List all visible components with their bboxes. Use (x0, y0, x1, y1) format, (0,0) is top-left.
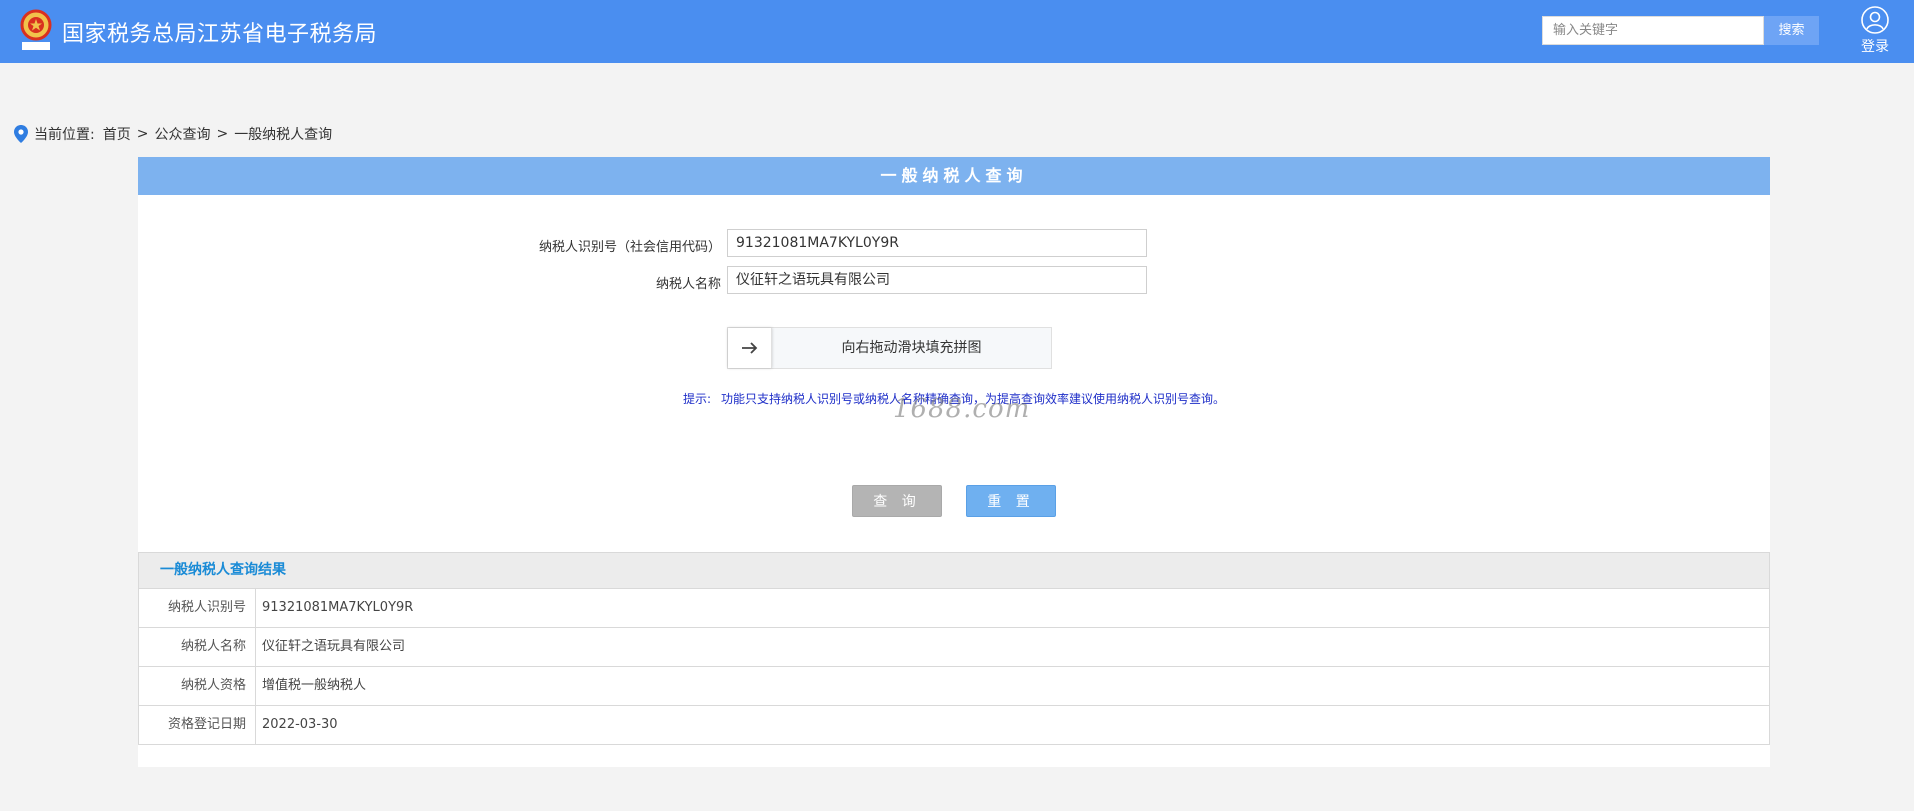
user-icon (1861, 6, 1889, 34)
result-label: 纳税人名称 (139, 628, 256, 666)
result-table: 一般纳税人查询结果 纳税人识别号 91321081MA7KYL0Y9R 纳税人名… (138, 552, 1770, 745)
slider-handle[interactable] (728, 328, 772, 368)
breadcrumb-separator: > (216, 126, 229, 142)
result-label: 纳税人资格 (139, 667, 256, 705)
slider-captcha[interactable]: 向右拖动滑块填充拼图 (727, 327, 1052, 369)
breadcrumb-current[interactable]: 一般纳税人查询 (234, 124, 332, 144)
breadcrumb-prefix: 当前位置: (34, 127, 95, 143)
table-row: 纳税人识别号 91321081MA7KYL0Y9R (138, 589, 1770, 628)
breadcrumb-separator: > (136, 126, 149, 142)
table-row: 资格登记日期 2022-03-30 (138, 706, 1770, 745)
result-value: 91321081MA7KYL0Y9R (262, 600, 414, 615)
taxpayer-id-input[interactable]: 91321081MA7KYL0Y9R (727, 229, 1147, 257)
slider-instruction: 向右拖动滑块填充拼图 (841, 340, 982, 356)
panel-title: 一般纳税人查询 (138, 157, 1770, 195)
site-title[interactable]: 国家税务总局江苏省电子税务局 (62, 16, 377, 48)
breadcrumb-public-query[interactable]: 公众查询 (154, 124, 210, 144)
reset-button[interactable]: 重 置 (966, 485, 1056, 517)
result-value: 2022-03-30 (262, 717, 338, 732)
query-tip: 提示: 功能只支持纳税人识别号或纳税人名称精确查询，为提高查询效率建议使用纳税人识… (683, 390, 1225, 407)
result-title: 一般纳税人查询结果 (138, 552, 1770, 589)
tip-text: 功能只支持纳税人识别号或纳税人名称精确查询，为提高查询效率建议使用纳税人识别号查… (721, 392, 1226, 406)
login-button[interactable]: 登录 (1855, 6, 1895, 56)
result-label: 纳税人识别号 (139, 589, 256, 627)
table-row: 纳税人名称 仪征轩之语玩具有限公司 (138, 628, 1770, 667)
tax-emblem-icon[interactable] (19, 8, 53, 52)
breadcrumb-home[interactable]: 首页 (103, 124, 131, 144)
arrow-right-icon (741, 342, 757, 354)
result-value: 仪征轩之语玩具有限公司 (262, 639, 406, 654)
top-navigation-bar: 国家税务总局江苏省电子税务局 搜索 登录 (0, 0, 1914, 63)
taxpayer-name-input[interactable]: 仪征轩之语玩具有限公司 (727, 266, 1147, 294)
tip-prefix: 提示: (683, 392, 712, 406)
taxpayer-name-label: 纳税人名称 (655, 277, 721, 292)
breadcrumb: 当前位置: 首页 > 公众查询 > 一般纳税人查询 (14, 124, 332, 144)
result-label: 资格登记日期 (139, 706, 256, 744)
result-value: 增值税一般纳税人 (262, 678, 367, 693)
query-panel: 一般纳税人查询 纳税人识别号（社会信用代码） 91321081MA7KYL0Y9… (138, 157, 1770, 767)
search-input[interactable] (1542, 16, 1764, 45)
search-button[interactable]: 搜索 (1764, 16, 1819, 45)
query-button[interactable]: 查 询 (852, 485, 942, 517)
table-row: 纳税人资格 增值税一般纳税人 (138, 667, 1770, 706)
taxpayer-id-label: 纳税人识别号（社会信用代码） (538, 240, 721, 255)
location-pin-icon (14, 125, 28, 143)
login-label: 登录 (1861, 39, 1889, 55)
